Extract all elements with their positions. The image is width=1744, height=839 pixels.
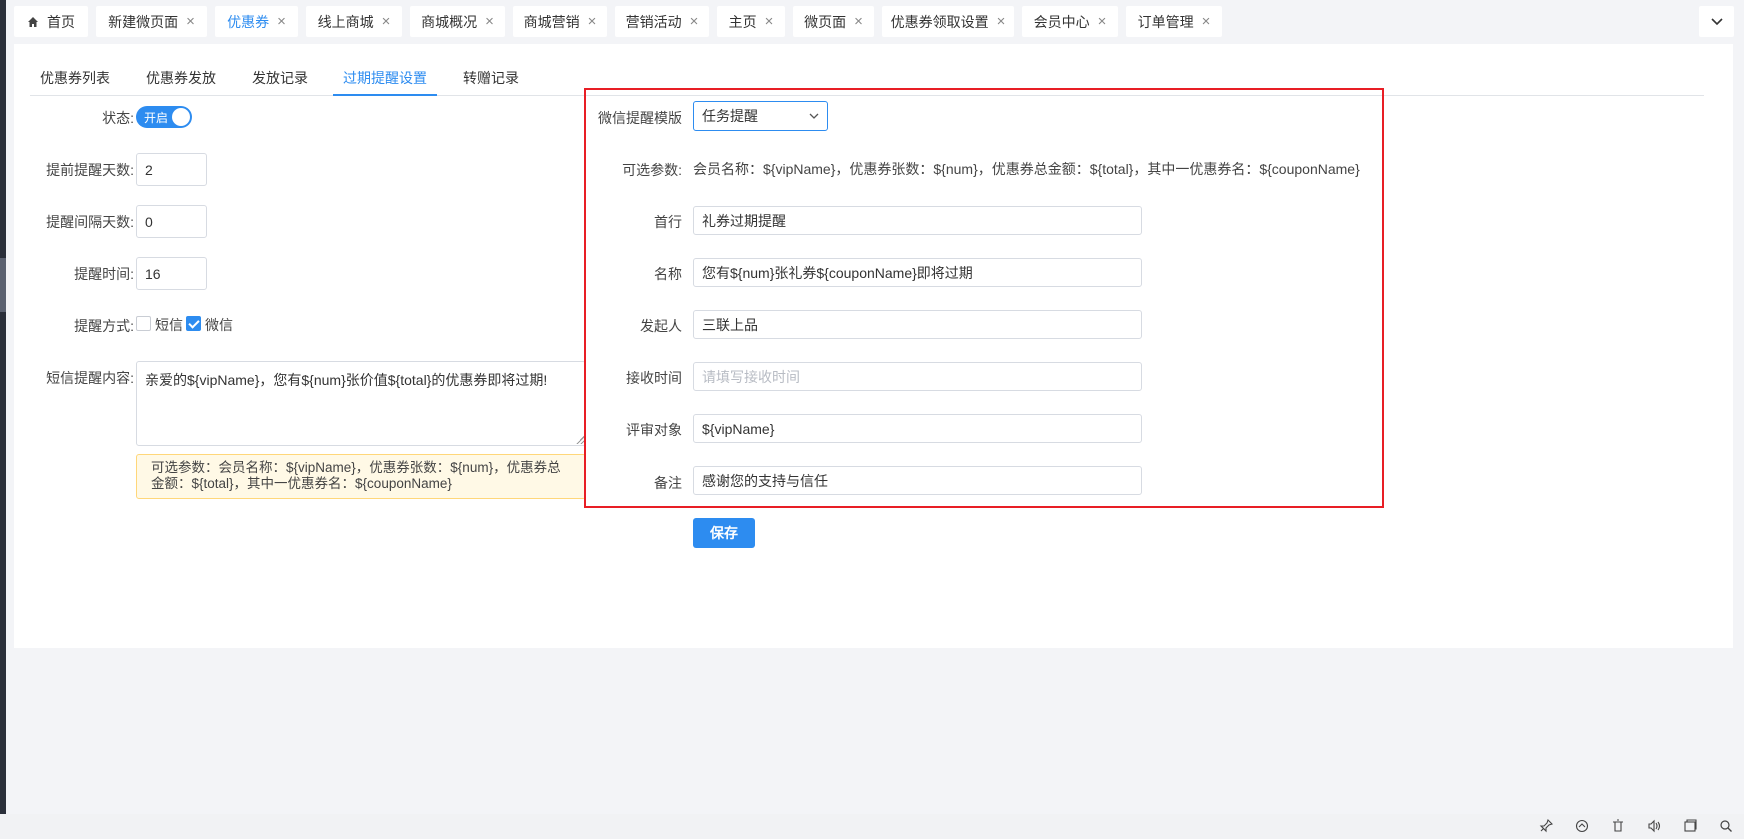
advance-days-input[interactable]: 2 xyxy=(136,153,207,186)
tab-label: 线上商城 xyxy=(317,13,374,30)
sms-option-label: 短信 xyxy=(155,317,183,333)
name-label: 名称 xyxy=(654,266,682,282)
close-icon[interactable]: × xyxy=(277,14,286,29)
reminder-time-label: 提醒时间: xyxy=(74,266,134,282)
tab-label: 主页 xyxy=(728,13,757,30)
tab-order-management[interactable]: 订单管理 × xyxy=(1126,6,1222,37)
sender-input[interactable]: 三联上品 xyxy=(693,310,1142,339)
sms-content-label: 短信提醒内容: xyxy=(46,370,134,386)
search-icon[interactable] xyxy=(1719,819,1733,833)
review-target-label: 评审对象 xyxy=(626,422,682,438)
tab-label: 优惠券领取设置 xyxy=(890,13,989,30)
tabs-more-button[interactable] xyxy=(1699,6,1734,37)
tab-coupon-claim-settings[interactable]: 优惠券领取设置 × xyxy=(882,6,1014,37)
close-icon[interactable]: × xyxy=(997,14,1006,29)
close-icon[interactable]: × xyxy=(1202,14,1211,29)
receive-time-input[interactable]: 请填写接收时间 xyxy=(693,362,1142,391)
tab-mall-marketing[interactable]: 商城营销 × xyxy=(513,6,607,37)
tab-label: 订单管理 xyxy=(1137,13,1194,30)
sms-content-text: 亲爱的${vipName}，您有${num}张价值${total}的优惠券即将过… xyxy=(145,372,548,388)
remark-label: 备注 xyxy=(654,475,682,491)
window-icon[interactable] xyxy=(1683,819,1697,833)
tab-bar: 首页 新建微页面 × 优惠券 × 线上商城 × 商城概况 × 商城营销 × 营销活动 × 主… xyxy=(6,0,1744,44)
tab-mall-overview[interactable]: 商城概况 × xyxy=(410,6,505,37)
tab-label: 优惠券 xyxy=(227,13,270,30)
tab-micropage[interactable]: 微页面 × xyxy=(793,6,874,37)
review-target-input[interactable]: ${vipName} xyxy=(693,414,1142,443)
tab-label: 营销活动 xyxy=(625,13,682,30)
tab-coupon[interactable]: 优惠券 × xyxy=(215,6,298,37)
status-toggle[interactable]: 开启 xyxy=(136,106,192,128)
status-label: 状态: xyxy=(102,110,134,126)
first-line-label: 首行 xyxy=(654,214,682,230)
tab-home[interactable]: 首页 xyxy=(14,6,88,37)
toggle-text: 开启 xyxy=(144,111,169,125)
tab-label: 商城营销 xyxy=(523,13,580,30)
system-taskbar xyxy=(0,814,1744,839)
tab-label: 商城概况 xyxy=(421,13,478,30)
close-icon[interactable]: × xyxy=(765,14,774,29)
wechat-checkbox[interactable] xyxy=(186,316,201,331)
wechat-option-label: 微信 xyxy=(205,317,233,333)
close-icon[interactable]: × xyxy=(382,14,391,29)
advance-days-label: 提前提醒天数: xyxy=(46,162,134,178)
close-icon[interactable]: × xyxy=(485,14,494,29)
trash-icon[interactable] xyxy=(1611,819,1625,833)
tab-main[interactable]: 主页 × xyxy=(717,6,785,37)
interval-days-input[interactable]: 0 xyxy=(136,205,207,238)
wechat-params-text: 会员名称：${vipName}，优惠券张数：${num}，优惠券总金额：${to… xyxy=(693,161,1360,177)
main-card: 优惠券列表 优惠券发放 发放记录 过期提醒设置 转赠记录 状态: 开启 提前提醒… xyxy=(14,44,1733,648)
subtab-coupon-list[interactable]: 优惠券列表 xyxy=(30,68,120,96)
tab-label: 新建微页面 xyxy=(108,13,179,30)
sms-content-textarea[interactable]: 亲爱的${vipName}，您有${num}张价值${total}的优惠券即将过… xyxy=(136,361,586,446)
first-line-input[interactable]: 礼券过期提醒 xyxy=(693,206,1142,235)
tab-marketing-activity[interactable]: 营销活动 × xyxy=(615,6,709,37)
home-icon xyxy=(28,16,38,27)
sender-label: 发起人 xyxy=(640,318,682,334)
resize-grip[interactable] xyxy=(576,436,584,444)
receive-time-label: 接收时间 xyxy=(626,370,682,386)
pin-icon[interactable] xyxy=(1539,819,1553,833)
tab-label: 会员中心 xyxy=(1033,13,1090,30)
tab-member-center[interactable]: 会员中心 × xyxy=(1022,6,1118,37)
remark-input[interactable]: 感谢您的支持与信任 xyxy=(693,466,1142,495)
select-value: 任务提醒 xyxy=(702,108,758,124)
chevron-down-icon xyxy=(809,113,819,119)
tab-new-micropage[interactable]: 新建微页面 × xyxy=(96,6,207,37)
toggle-knob xyxy=(172,108,190,126)
interval-days-label: 提醒间隔天数: xyxy=(46,214,134,230)
wechat-template-highlight xyxy=(584,88,1384,508)
tab-label: 微页面 xyxy=(804,13,847,30)
close-icon[interactable]: × xyxy=(690,14,699,29)
sms-checkbox[interactable] xyxy=(136,316,151,331)
left-window-edge xyxy=(0,0,6,839)
tab-online-mall[interactable]: 线上商城 × xyxy=(306,6,402,37)
chat-icon[interactable] xyxy=(1575,819,1589,833)
close-icon[interactable]: × xyxy=(854,14,863,29)
reminder-time-input[interactable]: 16 xyxy=(136,257,207,290)
close-icon[interactable]: × xyxy=(186,14,195,29)
subtab-coupon-issue[interactable]: 优惠券发放 xyxy=(136,68,226,96)
wechat-params-label: 可选参数: xyxy=(622,162,682,178)
close-icon[interactable]: × xyxy=(588,14,597,29)
save-button[interactable]: 保存 xyxy=(693,518,755,548)
subtab-expiry-reminder[interactable]: 过期提醒设置 xyxy=(333,68,437,96)
wechat-template-label: 微信提醒模版 xyxy=(598,110,682,126)
chevron-down-icon xyxy=(1710,17,1723,25)
wechat-template-select[interactable]: 任务提醒 xyxy=(693,101,828,131)
name-input[interactable]: 您有${num}张礼券${couponName}即将过期 xyxy=(693,258,1142,287)
tab-label: 首页 xyxy=(47,13,75,30)
close-icon[interactable]: × xyxy=(1098,14,1107,29)
sms-params-tip: 可选参数：会员名称：${vipName}，优惠券张数：${num}，优惠券总金额… xyxy=(136,454,586,499)
reminder-method-label: 提醒方式: xyxy=(74,318,134,334)
subtab-transfer-records[interactable]: 转赠记录 xyxy=(453,68,529,96)
volume-icon[interactable] xyxy=(1647,819,1661,833)
subtab-issue-records[interactable]: 发放记录 xyxy=(242,68,318,96)
